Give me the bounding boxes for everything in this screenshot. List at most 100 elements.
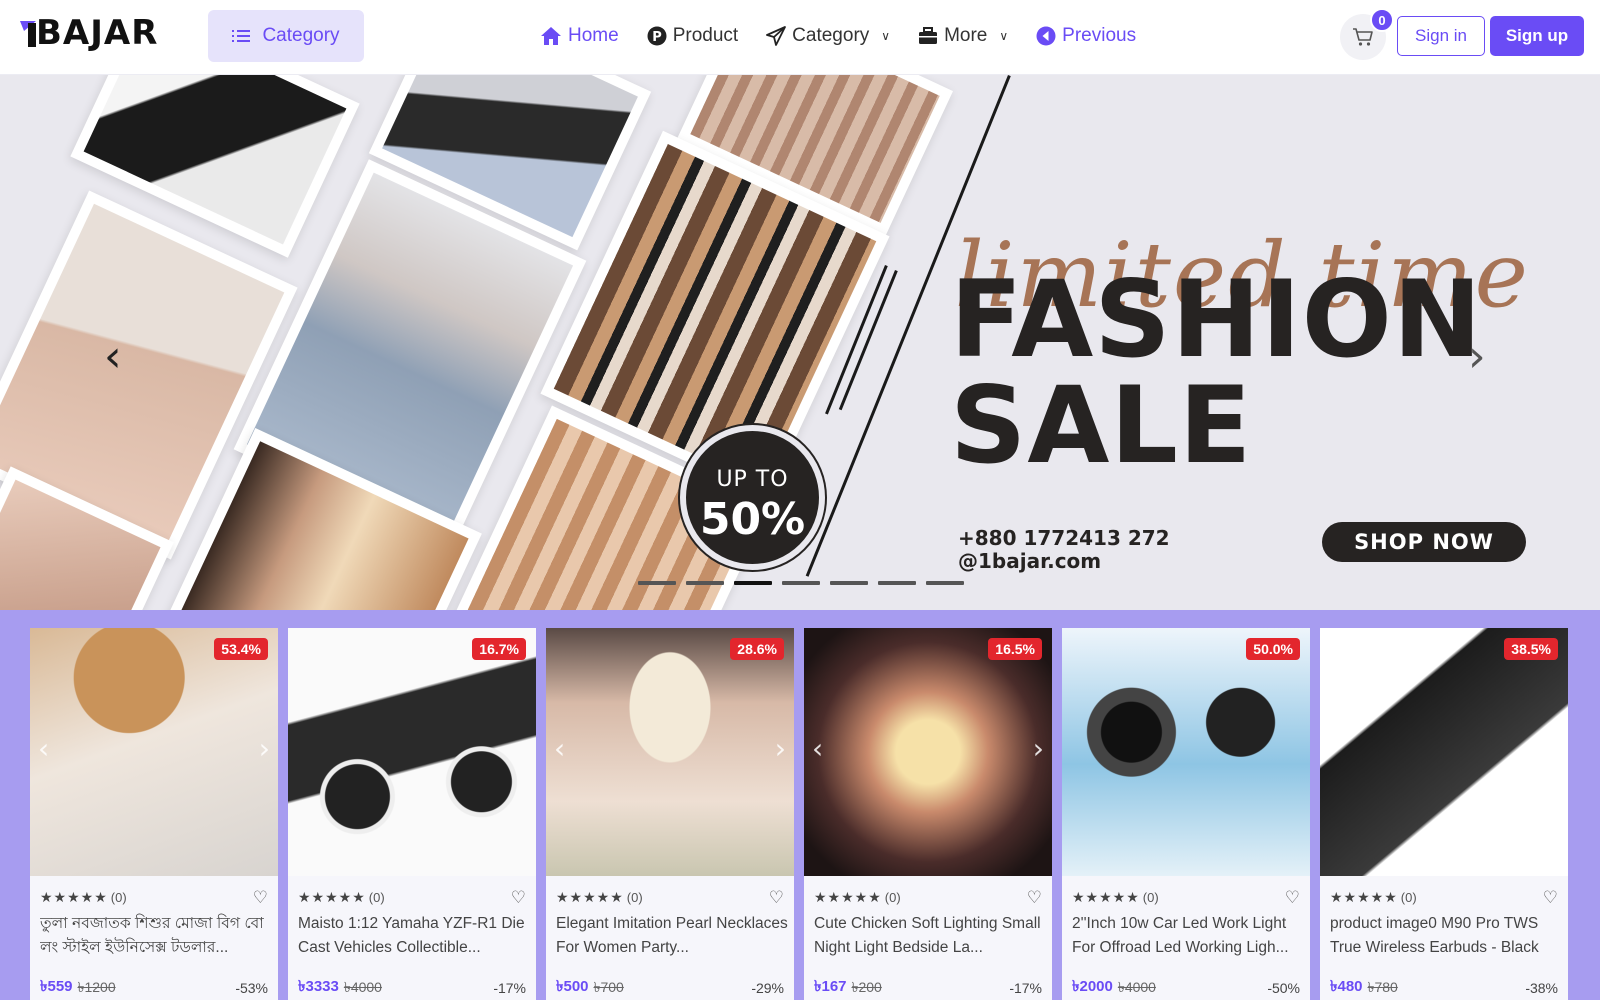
- product-old-price: ৳4000: [343, 978, 382, 995]
- discount-badge: 38.5%: [1504, 638, 1558, 660]
- star-rating-icons: ★★★★★: [556, 889, 624, 905]
- price-row: ৳167 ৳200 -17%: [814, 975, 1042, 1000]
- sign-in-button[interactable]: Sign in: [1397, 16, 1485, 56]
- back-circle-icon: [1036, 26, 1056, 46]
- product-price: ৳500: [556, 978, 589, 995]
- product-name[interactable]: তুলা নবজাতক শিশুর মোজা বিগ বো লং স্টাইল …: [40, 912, 272, 960]
- banner-dot[interactable]: [878, 581, 916, 585]
- product-section: ‹ › 53.4% ★★★★★ (0) ♡ তুলা নবজাতক শিশুর …: [0, 610, 1600, 1000]
- nav-product-label: Product: [672, 25, 739, 46]
- wishlist-heart-icon[interactable]: ♡: [1285, 888, 1300, 908]
- product-name[interactable]: 2''Inch 10w Car Led Work Light For Offro…: [1072, 912, 1304, 960]
- product-name[interactable]: product image0 M90 Pro TWS True Wireless…: [1330, 912, 1562, 960]
- product-image[interactable]: 50.0%: [1062, 628, 1310, 876]
- product-old-price: ৳700: [593, 978, 624, 995]
- rating-count: (0): [884, 890, 901, 905]
- product-info: ★★★★★ (0) ♡ Elegant Imitation Pearl Neck…: [546, 876, 794, 1000]
- main-nav: Home P Product Category ∨ More ∨ Previou…: [540, 20, 1136, 52]
- product-info: ★★★★★ (0) ♡ Maisto 1:12 Yamaha YZF-R1 Di…: [288, 876, 536, 1000]
- product-price: ৳3333: [298, 978, 339, 995]
- wishlist-heart-icon[interactable]: ♡: [1027, 888, 1042, 908]
- product-image[interactable]: 16.7%: [288, 628, 536, 876]
- banner-dot[interactable]: [926, 581, 964, 585]
- product-image[interactable]: ‹ › 28.6%: [546, 628, 794, 876]
- banner-next-arrow[interactable]: ›: [1468, 335, 1486, 379]
- discount-badge: 28.6%: [730, 638, 784, 660]
- nav-home[interactable]: Home: [540, 25, 619, 47]
- promo-headline-fashion: FASHION: [950, 258, 1483, 381]
- rating-stars: ★★★★★ (0): [1330, 889, 1417, 906]
- shop-now-button[interactable]: SHOP NOW: [1322, 522, 1526, 562]
- discount-badge: 53.4%: [214, 638, 268, 660]
- product-name[interactable]: Elegant Imitation Pearl Necklaces For Wo…: [556, 912, 788, 960]
- banner-pagination: [638, 581, 964, 585]
- percent-off: -17%: [493, 979, 526, 996]
- sign-up-button[interactable]: Sign up: [1490, 16, 1584, 56]
- promo-discount-badge: UP TO 50%: [680, 425, 825, 570]
- rating-stars: ★★★★★ (0): [814, 889, 901, 906]
- percent-off: -17%: [1009, 979, 1042, 996]
- product-name[interactable]: Cute Chicken Soft Lighting Small Night L…: [814, 912, 1046, 960]
- site-logo[interactable]: BAJAR: [18, 15, 158, 51]
- image-prev-arrow[interactable]: ‹: [38, 732, 49, 765]
- banner-dot[interactable]: [734, 581, 772, 585]
- product-card[interactable]: ‹ › 28.6% ★★★★★ (0) ♡ Elegant Imitation …: [546, 628, 794, 1000]
- product-card[interactable]: 16.7% ★★★★★ (0) ♡ Maisto 1:12 Yamaha YZF…: [288, 628, 536, 1000]
- nav-previous[interactable]: Previous: [1036, 25, 1136, 47]
- banner-dot[interactable]: [686, 581, 724, 585]
- nav-home-label: Home: [568, 25, 619, 46]
- product-price: ৳167: [814, 978, 847, 995]
- image-next-arrow[interactable]: ›: [1033, 732, 1044, 765]
- percent-off: -29%: [751, 979, 784, 996]
- rating-count: (0): [1400, 890, 1417, 905]
- rating-stars: ★★★★★ (0): [1072, 889, 1159, 906]
- wishlist-heart-icon[interactable]: ♡: [769, 888, 784, 908]
- image-prev-arrow[interactable]: ‹: [554, 732, 565, 765]
- chevron-down-icon: ∨: [999, 29, 1009, 43]
- nav-product[interactable]: P Product: [647, 25, 738, 47]
- percent-off: -53%: [235, 979, 268, 996]
- promo-website: @1bajar.com: [958, 549, 1102, 573]
- category-menu-button[interactable]: Category: [208, 10, 364, 62]
- wishlist-heart-icon[interactable]: ♡: [1543, 888, 1558, 908]
- product-image[interactable]: ‹ › 53.4%: [30, 628, 278, 876]
- banner-dot[interactable]: [638, 581, 676, 585]
- product-card[interactable]: ‹ › 16.5% ★★★★★ (0) ♡ Cute Chicken Soft …: [804, 628, 1052, 1000]
- rating-stars: ★★★★★ (0): [556, 889, 643, 906]
- wishlist-heart-icon[interactable]: ♡: [511, 888, 526, 908]
- rating-count: (0): [110, 890, 127, 905]
- star-rating-icons: ★★★★★: [298, 889, 366, 905]
- rating-stars: ★★★★★ (0): [40, 889, 127, 906]
- star-rating-icons: ★★★★★: [814, 889, 882, 905]
- product-image[interactable]: 38.5%: [1320, 628, 1568, 876]
- banner-dot[interactable]: [782, 581, 820, 585]
- product-card[interactable]: ‹ › 53.4% ★★★★★ (0) ♡ তুলা নবজাতক শিশুর …: [30, 628, 278, 1000]
- category-button-label: Category: [262, 25, 340, 46]
- hero-banner[interactable]: limited time FASHION SALE UP TO 50% +880…: [0, 75, 1600, 610]
- promo-percent-text: 50%: [699, 494, 806, 545]
- price-row: ৳480 ৳780 -38%: [1330, 975, 1558, 1000]
- wishlist-heart-icon[interactable]: ♡: [253, 888, 268, 908]
- product-image[interactable]: ‹ › 16.5%: [804, 628, 1052, 876]
- image-prev-arrow[interactable]: ‹: [812, 732, 823, 765]
- product-name[interactable]: Maisto 1:12 Yamaha YZF-R1 Die Cast Vehic…: [298, 912, 530, 960]
- nav-more[interactable]: More ∨: [918, 25, 1008, 47]
- product-card[interactable]: 50.0% ★★★★★ (0) ♡ 2''Inch 10w Car Led Wo…: [1062, 628, 1310, 1000]
- promo-contact: +880 1772413 272 @1bajar.com: [958, 527, 1170, 573]
- banner-prev-arrow[interactable]: ‹: [104, 335, 122, 379]
- rating-count: (0): [626, 890, 643, 905]
- rating-stars: ★★★★★ (0): [298, 889, 385, 906]
- product-old-price: ৳4000: [1117, 978, 1156, 995]
- rating-count: (0): [1142, 890, 1159, 905]
- rating-count: (0): [368, 890, 385, 905]
- image-next-arrow[interactable]: ›: [259, 732, 270, 765]
- nav-category[interactable]: Category ∨: [766, 25, 890, 47]
- image-next-arrow[interactable]: ›: [775, 732, 786, 765]
- product-price: ৳480: [1330, 978, 1363, 995]
- star-rating-icons: ★★★★★: [40, 889, 108, 905]
- home-icon: [541, 27, 561, 45]
- cart-button[interactable]: 0: [1340, 8, 1394, 60]
- price-row: ৳2000 ৳4000 -50%: [1072, 975, 1300, 1000]
- product-card[interactable]: 38.5% ★★★★★ (0) ♡ product image0 M90 Pro…: [1320, 628, 1568, 1000]
- banner-dot[interactable]: [830, 581, 868, 585]
